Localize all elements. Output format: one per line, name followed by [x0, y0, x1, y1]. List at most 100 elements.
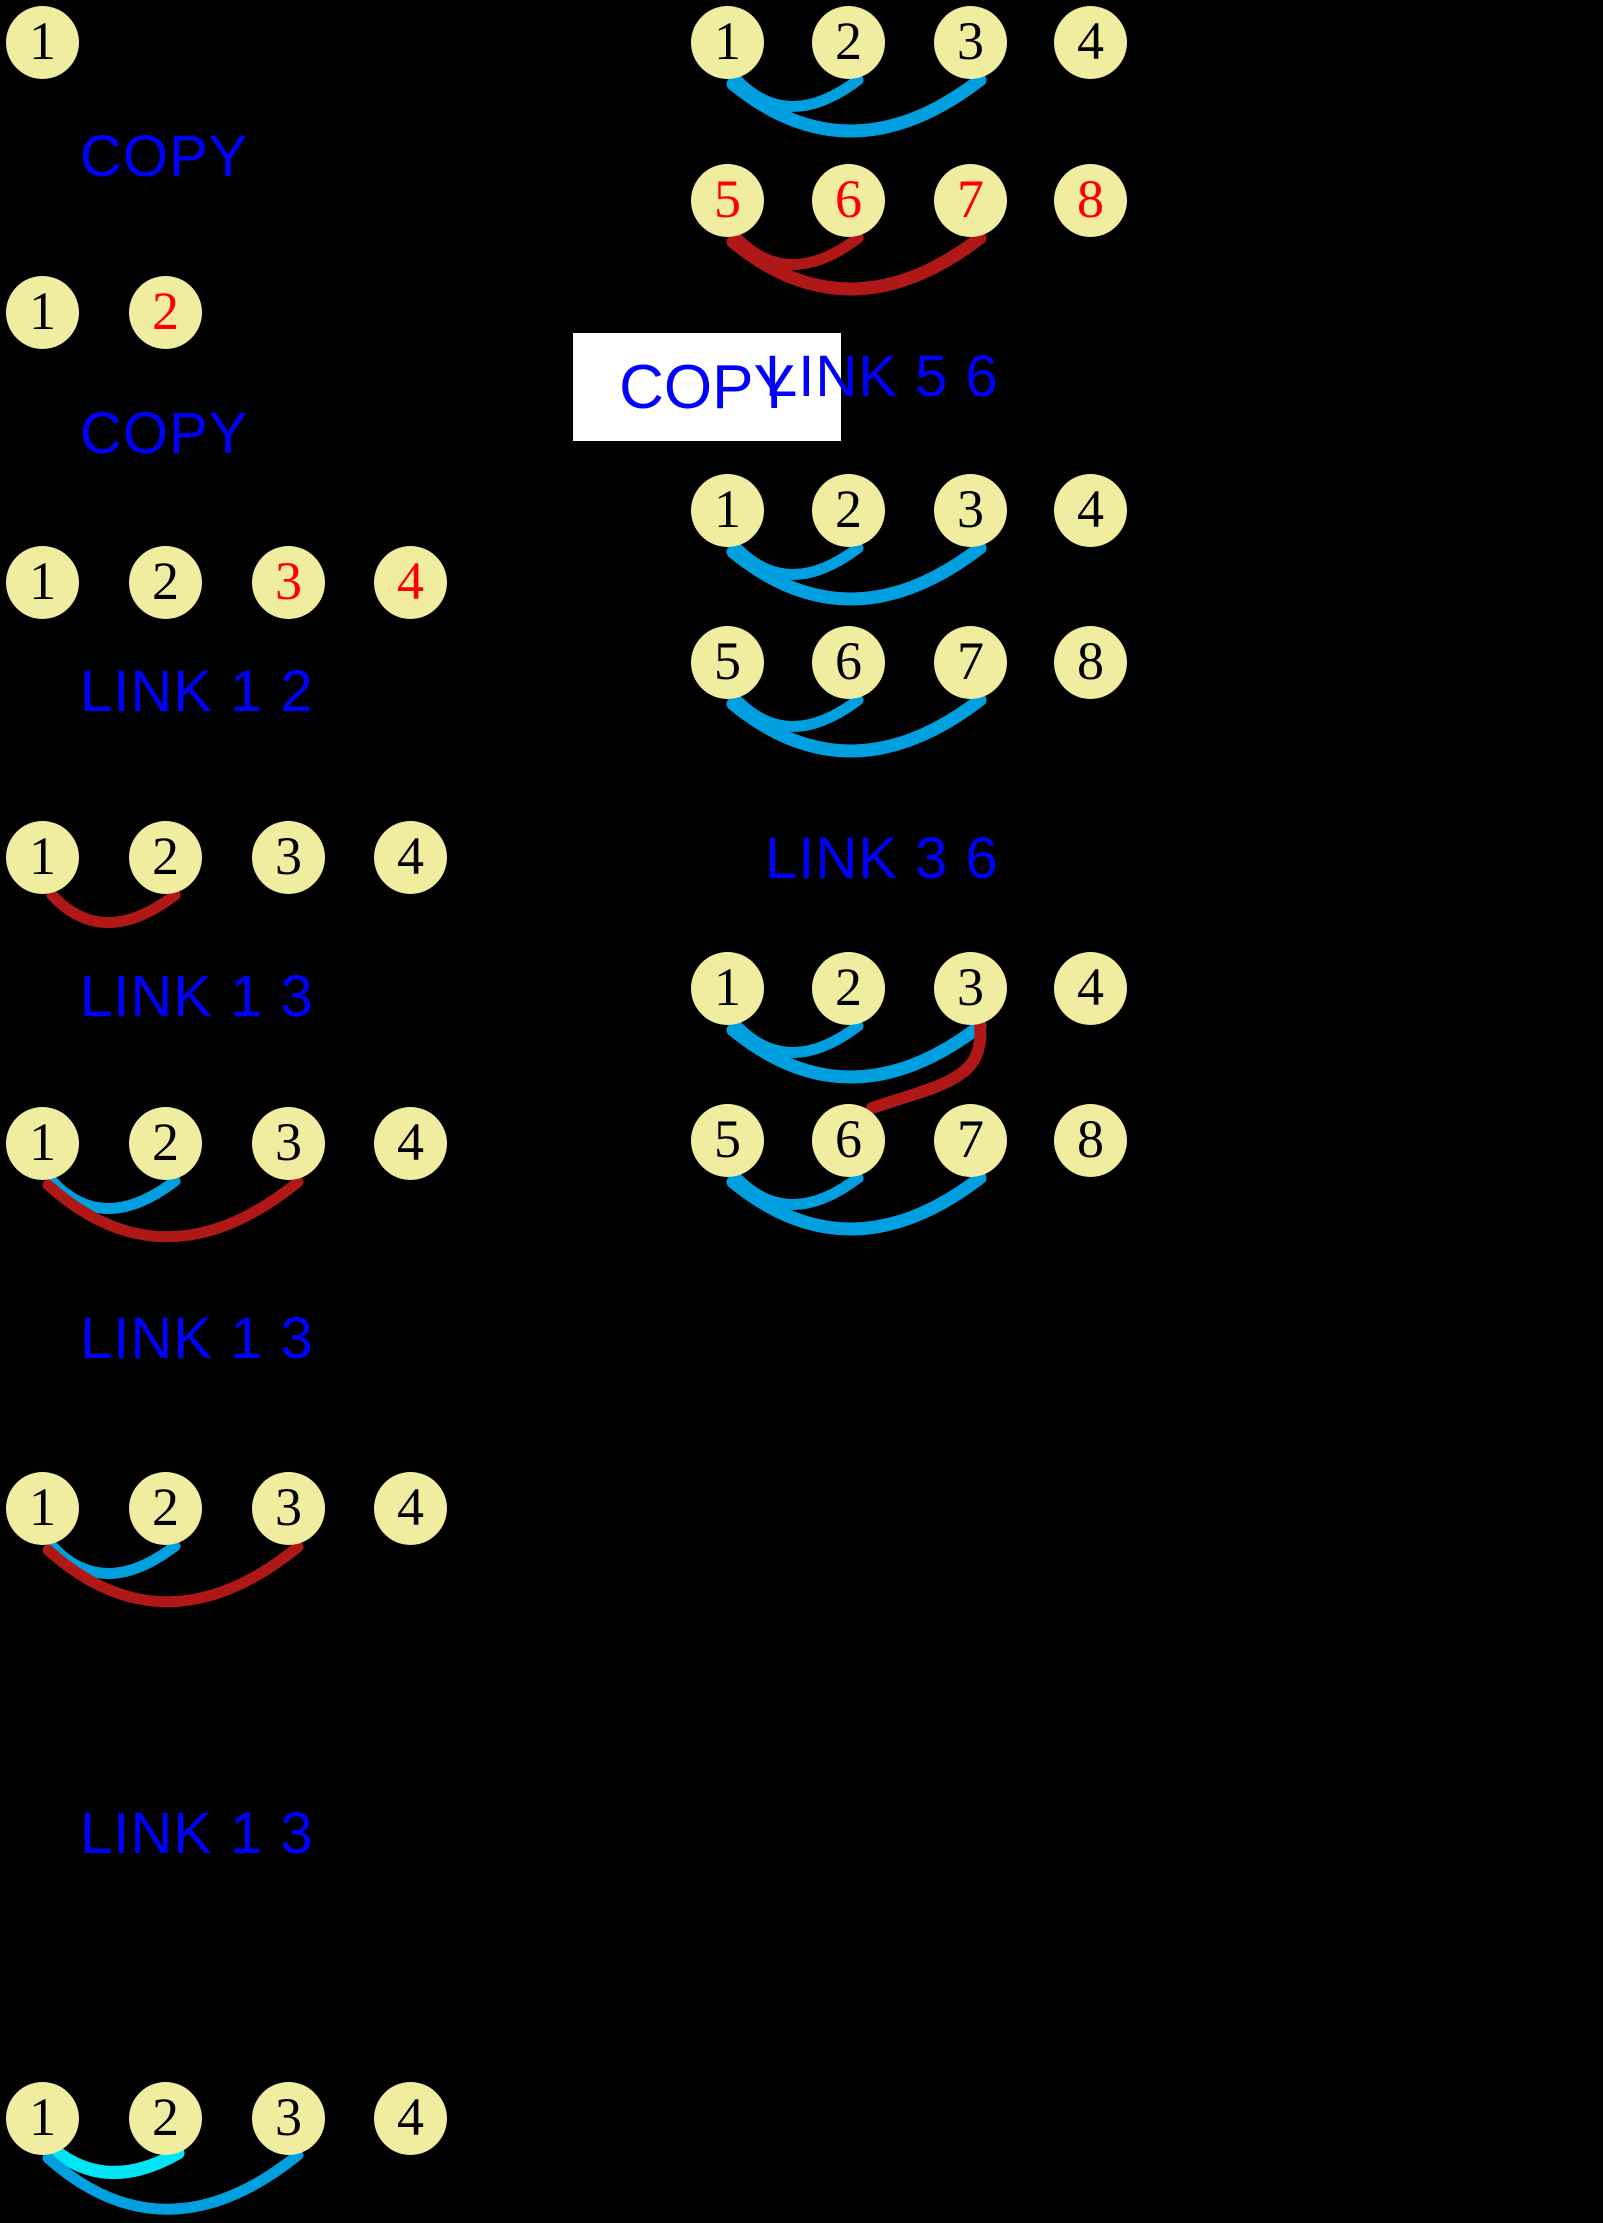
node-label: 8 [1077, 630, 1104, 691]
node-left-s6-1[interactable]: 1 [6, 1472, 79, 1545]
edge-right-g3-bottom-5-6-blue [731, 1172, 864, 1210]
node-left-s7-4[interactable]: 4 [374, 2082, 447, 2155]
node-left-s3-2[interactable]: 2 [129, 546, 202, 619]
node-label: 2 [835, 956, 862, 1017]
node-label: 1 [29, 2086, 56, 2147]
node-label: 2 [152, 1476, 179, 1537]
node-right-g1-t4[interactable]: 4 [1054, 6, 1127, 79]
node-label: 7 [957, 630, 984, 691]
edge-left-s7-1-2-cyan [51, 2146, 185, 2179]
node-right-g2-t2[interactable]: 2 [812, 474, 885, 547]
node-label: 4 [1077, 956, 1104, 1017]
node-label: 1 [29, 1476, 56, 1537]
caption-left-link-1-3-a: LINK 1 3 [80, 964, 314, 1029]
node-left-s5-2[interactable]: 2 [129, 1107, 202, 1180]
edge-left-s7-1-3-blue [42, 2149, 304, 2215]
node-right-g1-b5[interactable]: 5 [691, 164, 764, 237]
node-left-s7-1[interactable]: 1 [6, 2082, 79, 2155]
node-label: 7 [957, 1108, 984, 1169]
node-left-s6-2[interactable]: 2 [129, 1472, 202, 1545]
node-right-g1-b8[interactable]: 8 [1054, 164, 1127, 237]
edge-right-g3-top-1-2-blue [731, 1020, 864, 1058]
node-label: 3 [957, 478, 984, 539]
node-left-s7-3[interactable]: 3 [252, 2082, 325, 2155]
edge-right-g2-top-1-3-blue [726, 541, 987, 606]
node-right-g1-t2[interactable]: 2 [812, 6, 885, 79]
node-left-s2-2[interactable]: 2 [129, 276, 202, 349]
node-label: 3 [957, 956, 984, 1017]
node-right-g2-b5[interactable]: 5 [691, 626, 764, 699]
node-label: 2 [152, 2086, 179, 2147]
node-right-g2-t4[interactable]: 4 [1054, 474, 1127, 547]
node-left-s4-1[interactable]: 1 [6, 821, 79, 894]
node-label: 4 [1077, 478, 1104, 539]
node-right-g2-t3[interactable]: 3 [934, 474, 1007, 547]
node-right-g3-t3[interactable]: 3 [934, 952, 1007, 1025]
node-label: 6 [835, 630, 862, 691]
node-right-g2-b8[interactable]: 8 [1054, 626, 1127, 699]
edge-left-s5-1-2-blue [46, 1175, 181, 1214]
node-right-g1-t1[interactable]: 1 [691, 6, 764, 79]
node-label: 7 [957, 168, 984, 229]
edge-right-g3-bottom-5-7-blue [726, 1171, 987, 1236]
node-label: 1 [29, 280, 56, 341]
node-label: 3 [275, 825, 302, 886]
node-right-g3-b7[interactable]: 7 [934, 1104, 1007, 1177]
node-label: 1 [29, 550, 56, 611]
edge-right-g1-top-1-3-blue [726, 73, 987, 138]
node-right-g1-t3[interactable]: 3 [934, 6, 1007, 79]
node-label: 3 [275, 1111, 302, 1172]
node-label: 5 [714, 630, 741, 691]
edge-right-g1-bottom-5-6-red [731, 232, 864, 270]
node-label: 6 [835, 1108, 862, 1169]
node-left-s2-1[interactable]: 1 [6, 276, 79, 349]
node-label: 8 [1077, 168, 1104, 229]
node-left-s4-4[interactable]: 4 [374, 821, 447, 894]
node-left-s5-4[interactable]: 4 [374, 1107, 447, 1180]
node-label: 4 [397, 1476, 424, 1537]
node-label: 5 [714, 168, 741, 229]
node-right-g2-t1[interactable]: 1 [691, 474, 764, 547]
node-left-s4-2[interactable]: 2 [129, 821, 202, 894]
node-left-s5-1[interactable]: 1 [6, 1107, 79, 1180]
node-right-g3-t1[interactable]: 1 [691, 952, 764, 1025]
edge-left-s6-1-3-red [42, 1541, 304, 1608]
node-left-s7-2[interactable]: 2 [129, 2082, 202, 2155]
node-label: 3 [275, 2086, 302, 2147]
edge-right-g3-cross-3-6-red [866, 1020, 987, 1114]
node-left-s5-3[interactable]: 3 [252, 1107, 325, 1180]
node-right-g1-b7[interactable]: 7 [934, 164, 1007, 237]
node-right-g2-b6[interactable]: 6 [812, 626, 885, 699]
node-label: 1 [714, 478, 741, 539]
node-label: 2 [152, 550, 179, 611]
node-label: 2 [152, 280, 179, 341]
node-label: 2 [152, 825, 179, 886]
edge-right-g2-top-1-2-blue [731, 542, 864, 580]
node-left-s4-3[interactable]: 3 [252, 821, 325, 894]
node-label: 4 [397, 550, 424, 611]
node-right-g3-b5[interactable]: 5 [691, 1104, 764, 1177]
node-right-g3-t2[interactable]: 2 [812, 952, 885, 1025]
node-right-g1-b6[interactable]: 6 [812, 164, 885, 237]
node-left-s3-4[interactable]: 4 [374, 546, 447, 619]
node-label: 6 [835, 168, 862, 229]
edge-left-s6-1-2-blue [46, 1540, 181, 1579]
caption-left-copy-2: COPY [80, 401, 249, 466]
edge-left-s4-1-2-red [46, 889, 181, 928]
node-right-g3-b6[interactable]: 6 [812, 1104, 885, 1177]
node-right-g3-t4[interactable]: 4 [1054, 952, 1127, 1025]
node-left-s3-1[interactable]: 1 [6, 546, 79, 619]
node-right-g2-b7[interactable]: 7 [934, 626, 1007, 699]
node-left-s1-1[interactable]: 1 [6, 6, 79, 79]
edge-right-g3-top-1-3-blue [726, 1019, 987, 1084]
node-left-s3-3[interactable]: 3 [252, 546, 325, 619]
node-label: 1 [29, 825, 56, 886]
node-label: 4 [397, 1111, 424, 1172]
node-label: 3 [275, 1476, 302, 1537]
edge-right-g1-top-1-2-blue [731, 74, 864, 112]
node-left-s6-3[interactable]: 3 [252, 1472, 325, 1545]
node-left-s6-4[interactable]: 4 [374, 1472, 447, 1545]
edge-right-g2-bottom-5-7-blue [726, 693, 987, 758]
node-right-g3-b8[interactable]: 8 [1054, 1104, 1127, 1177]
node-label: 1 [29, 10, 56, 71]
